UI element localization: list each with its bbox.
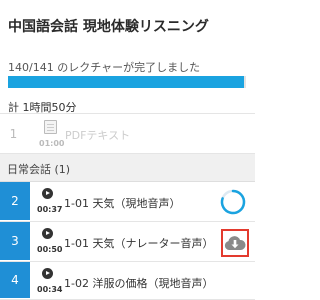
document-icon (44, 120, 57, 134)
lesson-title: 1-01 天気（ナレーター音声） (64, 237, 214, 250)
play-icon[interactable] (42, 228, 53, 239)
pdf-lecture-row[interactable]: 1 01:00 PDFテキスト (0, 113, 255, 154)
progress-bar-fill (8, 76, 245, 88)
progress-text: 140/141 のレクチャーが完了しました (8, 61, 201, 74)
pdf-lecture-duration: 01:00 (39, 139, 65, 148)
lesson-duration: 00:34 (37, 285, 63, 294)
download-highlight-box[interactable] (221, 229, 249, 257)
lesson-duration: 00:37 (37, 205, 63, 214)
lesson-row[interactable]: 4 00:34 1-02 洋服の価格（現地音声） (0, 262, 255, 300)
course-title: 中国語会話 現地体験リスニング (8, 19, 209, 35)
play-icon[interactable] (42, 268, 53, 279)
pdf-lecture-label: PDFテキスト (65, 129, 131, 142)
lesson-title: 1-02 洋服の価格（現地音声） (64, 277, 214, 290)
progress-ring-icon[interactable] (219, 188, 247, 216)
lesson-number: 4 (0, 262, 30, 299)
cloud-download-icon (224, 236, 246, 250)
lesson-duration: 00:50 (37, 245, 63, 254)
section-label: 日常会話 (1) (7, 163, 71, 176)
section-header[interactable]: 日常会話 (1) (0, 154, 255, 182)
lesson-number: 2 (0, 182, 30, 221)
lesson-row[interactable]: 2 00:37 1-01 天気（現地音声） (0, 182, 255, 222)
lesson-title: 1-01 天気（現地音声） (64, 197, 181, 210)
progress-bar (8, 76, 246, 88)
pdf-lecture-number: 1 (9, 126, 18, 141)
lesson-number: 3 (0, 222, 30, 261)
play-icon[interactable] (42, 188, 53, 199)
lesson-row[interactable]: 3 00:50 1-01 天気（ナレーター音声） (0, 222, 255, 262)
